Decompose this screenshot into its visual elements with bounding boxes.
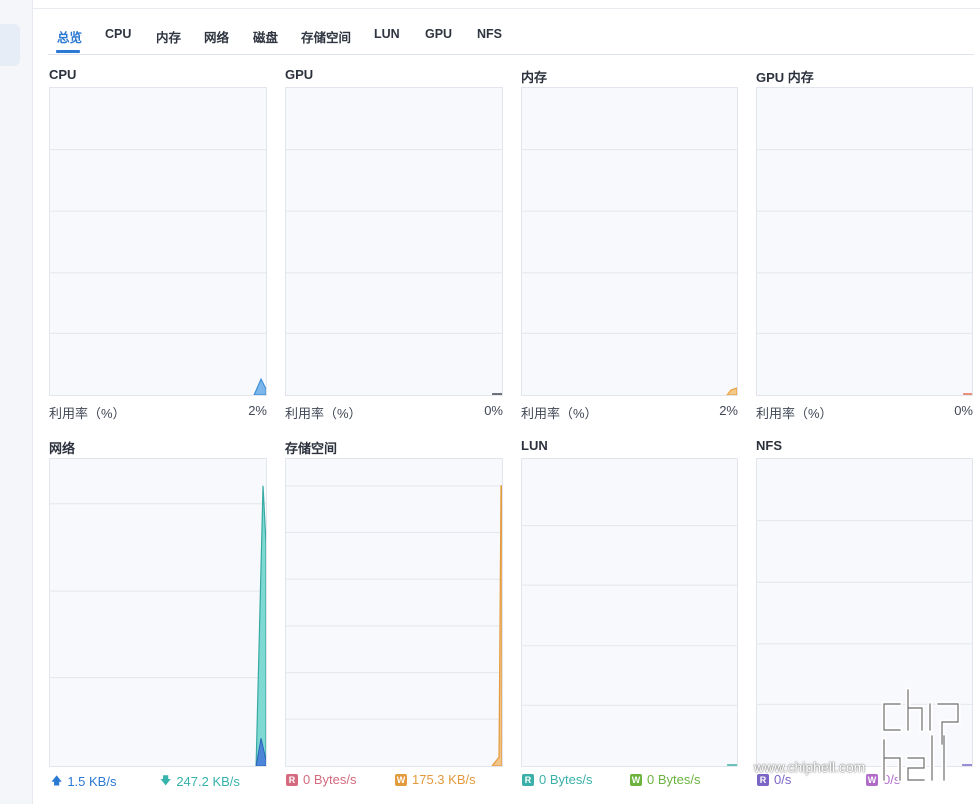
tab-overview[interactable]: 总览 — [57, 27, 82, 46]
cpu-usage-value: 2% — [248, 403, 267, 418]
tab-disk[interactable]: 磁盘 — [253, 27, 278, 46]
network-panel: 网络 — [49, 438, 267, 768]
memory-usage-value: 2% — [719, 403, 738, 418]
tab-memory[interactable]: 内存 — [156, 27, 181, 46]
sidebar-active-item[interactable] — [0, 24, 20, 66]
write-badge-icon: W — [395, 773, 407, 786]
cpu-chart[interactable] — [49, 87, 267, 396]
cpu-footer-label: 利用率（%） — [49, 406, 126, 421]
gpu-memory-panel: GPU 内存 利用率（%） 0% — [756, 67, 973, 427]
network-upload-value: 1.5 KB/s — [67, 774, 117, 789]
volume-chart[interactable] — [285, 458, 503, 767]
memory-title: 内存 — [521, 70, 548, 85]
memory-footer-label: 利用率（%） — [521, 406, 598, 421]
lun-title: LUN — [521, 438, 548, 453]
lun-chart[interactable] — [521, 458, 738, 767]
gpu-memory-title: GPU 内存 — [756, 70, 814, 85]
watermark-text: www.chiphell.com — [754, 759, 866, 775]
gpu-usage-value: 0% — [484, 403, 503, 418]
read-badge-icon: R — [286, 773, 298, 786]
network-download-legend: 🡇 247.2 KB/s — [160, 772, 240, 791]
read-badge-icon: R — [757, 773, 769, 786]
volume-panel: 存储空间 — [285, 438, 503, 768]
volume-title: 存储空间 — [285, 441, 338, 456]
gpu-footer-label: 利用率（%） — [285, 406, 362, 421]
lun-read-value: 0 Bytes/s — [539, 772, 593, 787]
network-upload-legend: 🡅 1.5 KB/s — [51, 772, 116, 791]
network-chart[interactable] — [49, 458, 267, 767]
volume-read-legend: R 0 Bytes/s — [286, 772, 356, 787]
memory-chart[interactable] — [521, 87, 738, 396]
gpu-memory-chart[interactable] — [756, 87, 973, 396]
memory-usage-area — [726, 387, 737, 395]
network-download-area — [255, 485, 266, 766]
cpu-panel: CPU 利用率（%） 2% — [49, 67, 267, 427]
cpu-usage-area — [253, 377, 266, 395]
header-divider — [33, 8, 980, 9]
lun-read-legend: R 0 Bytes/s — [522, 772, 592, 787]
nfs-title: NFS — [756, 438, 782, 453]
write-badge-icon: W — [630, 773, 642, 786]
volume-read-value: 0 Bytes/s — [303, 772, 357, 787]
gpu-title: GPU — [285, 67, 314, 82]
lun-panel: LUN — [521, 438, 738, 768]
volume-write-value: 175.3 KB/s — [412, 772, 476, 787]
tab-network[interactable]: 网络 — [204, 27, 229, 46]
lun-write-legend: W 0 Bytes/s — [630, 772, 700, 787]
tab-bar: 总览 CPU 内存 网络 磁盘 存储空间 LUN GPU NFS — [48, 22, 974, 55]
read-badge-icon: R — [522, 773, 534, 786]
lun-write-value: 0 Bytes/s — [647, 772, 701, 787]
gpu-chart[interactable] — [285, 87, 503, 396]
gpu-panel: GPU 利用率（%） 0% — [285, 67, 503, 427]
write-badge-icon: W — [866, 773, 878, 786]
network-title: 网络 — [49, 441, 76, 456]
tab-nfs[interactable]: NFS — [477, 27, 502, 41]
gpu-memory-footer-label: 利用率（%） — [756, 406, 833, 421]
gpu-memory-usage-value: 0% — [954, 403, 973, 418]
active-tab-indicator — [56, 50, 80, 53]
volume-write-legend: W 175.3 KB/s — [395, 772, 476, 787]
tab-volume[interactable]: 存储空间 — [301, 27, 351, 46]
network-download-value: 247.2 KB/s — [176, 774, 240, 789]
tab-lun[interactable]: LUN — [374, 27, 400, 41]
tab-cpu[interactable]: CPU — [105, 27, 131, 41]
chiphell-logo — [881, 687, 961, 783]
tab-gpu[interactable]: GPU — [425, 27, 452, 41]
upload-arrow-icon: 🡅 — [51, 775, 63, 787]
memory-panel: 内存 利用率（%） 2% — [521, 67, 738, 427]
download-arrow-icon: 🡇 — [160, 775, 172, 787]
cpu-title: CPU — [49, 67, 77, 82]
left-sidebar — [0, 0, 33, 804]
